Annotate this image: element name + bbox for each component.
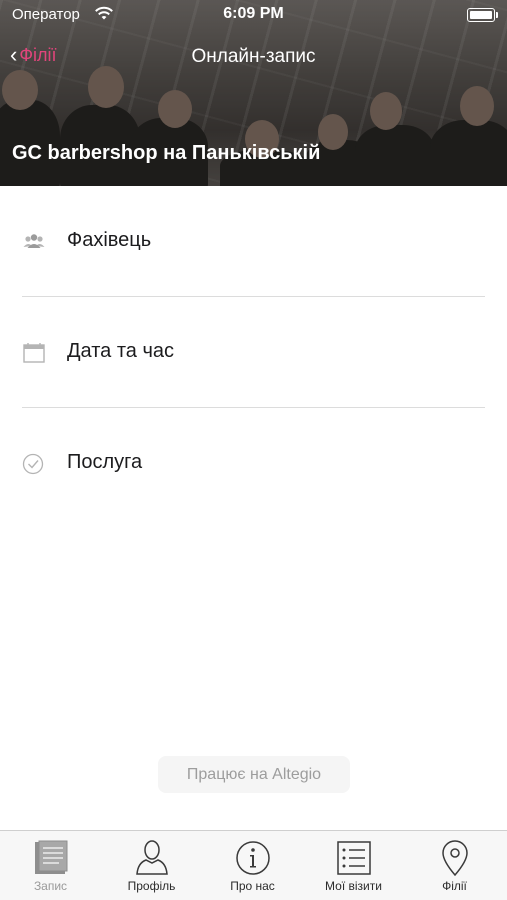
tab-about[interactable]: Про нас	[202, 831, 303, 900]
tab-my-visits[interactable]: Мої візити	[303, 831, 404, 900]
tab-label: Профіль	[127, 879, 176, 893]
status-bar: Оператор 6:09 PM	[0, 0, 507, 30]
menu-item-label: Фахівець	[67, 229, 152, 251]
menu-item-label: Послуга	[67, 451, 143, 473]
info-icon	[233, 839, 273, 877]
page-title: Онлайн-запис	[191, 46, 316, 67]
battery-icon	[467, 8, 498, 22]
powered-by-link[interactable]: Працює на Altegio	[158, 756, 350, 793]
menu-item-date-time[interactable]: Дата та час	[0, 297, 507, 408]
tab-branches[interactable]: Філії	[404, 831, 505, 900]
calendar-icon	[22, 342, 46, 364]
menu-item-label: Дата та час	[67, 340, 175, 362]
document-icon	[31, 839, 71, 877]
branch-name: GC barbershop на Паньківській	[12, 142, 321, 164]
tab-label: Про нас	[230, 879, 275, 893]
menu-item-specialist[interactable]: Фахівець	[0, 186, 507, 297]
tab-label: Філії	[442, 879, 467, 893]
people-icon	[22, 231, 46, 253]
clock: 6:09 PM	[223, 5, 284, 22]
check-circle-icon	[22, 453, 46, 475]
header-banner: Оператор 6:09 PM ‹ Філії Онлайн-запис GC…	[0, 0, 507, 186]
tab-bar: Запис Профіль Про нас Мої візити Філії	[0, 830, 507, 900]
list-icon	[334, 839, 374, 877]
tab-booking[interactable]: Запис	[0, 831, 101, 900]
tab-label: Запис	[33, 879, 68, 893]
menu-item-service[interactable]: Послуга	[0, 408, 507, 519]
person-icon	[132, 839, 172, 877]
tab-label: Мої візити	[325, 879, 382, 893]
booking-menu: Фахівець Дата та час Послуга	[0, 186, 507, 519]
location-pin-icon	[435, 839, 475, 877]
tab-profile[interactable]: Профіль	[101, 831, 202, 900]
